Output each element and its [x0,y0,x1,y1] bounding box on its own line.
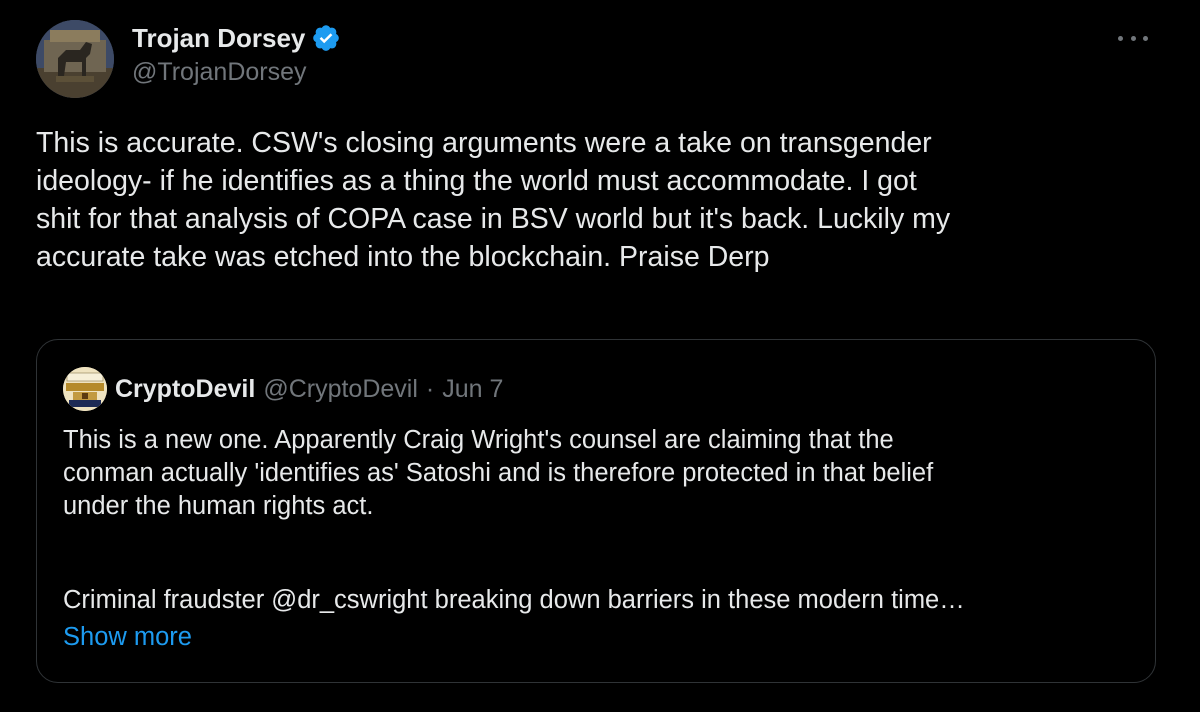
author-avatar[interactable] [36,20,114,98]
tweet-card: Trojan Dorsey @TrojanDorsey This is accu… [0,0,1200,712]
author-display-name[interactable]: Trojan Dorsey [132,23,305,54]
show-more-link[interactable]: Show more [63,621,192,654]
author-handle[interactable]: @TrojanDorsey [132,58,341,87]
grammar-police-badge-icon [63,367,107,411]
tweet-header: Trojan Dorsey @TrojanDorsey [36,16,1164,98]
quoted-tweet-header: CryptoDevil @CryptoDevil · Jun 7 [63,367,503,411]
author-name-block: Trojan Dorsey @TrojanDorsey [132,20,341,87]
trojan-horse-statue-icon [36,20,114,98]
quoted-author-handle[interactable]: @CryptoDevil [263,375,418,404]
quoted-tweet-text: This is a new one. Apparently Craig Wrig… [63,426,934,520]
quoted-author-avatar[interactable] [63,367,107,411]
verified-badge-icon[interactable] [311,23,341,53]
separator-dot: · [425,374,435,403]
display-name-row: Trojan Dorsey [132,20,341,56]
quoted-tweet-text-2: Criminal fraudster @dr_cswright breaking… [63,586,965,614]
tweet-text: This is accurate. CSW's closing argument… [36,127,951,273]
more-options-icon[interactable] [1118,28,1148,48]
quoted-tweet-date[interactable]: Jun 7 [442,375,503,404]
quoted-author-display-name[interactable]: CryptoDevil [115,375,255,404]
quoted-tweet[interactable]: CryptoDevil @CryptoDevil · Jun 7 This is… [36,339,1156,683]
